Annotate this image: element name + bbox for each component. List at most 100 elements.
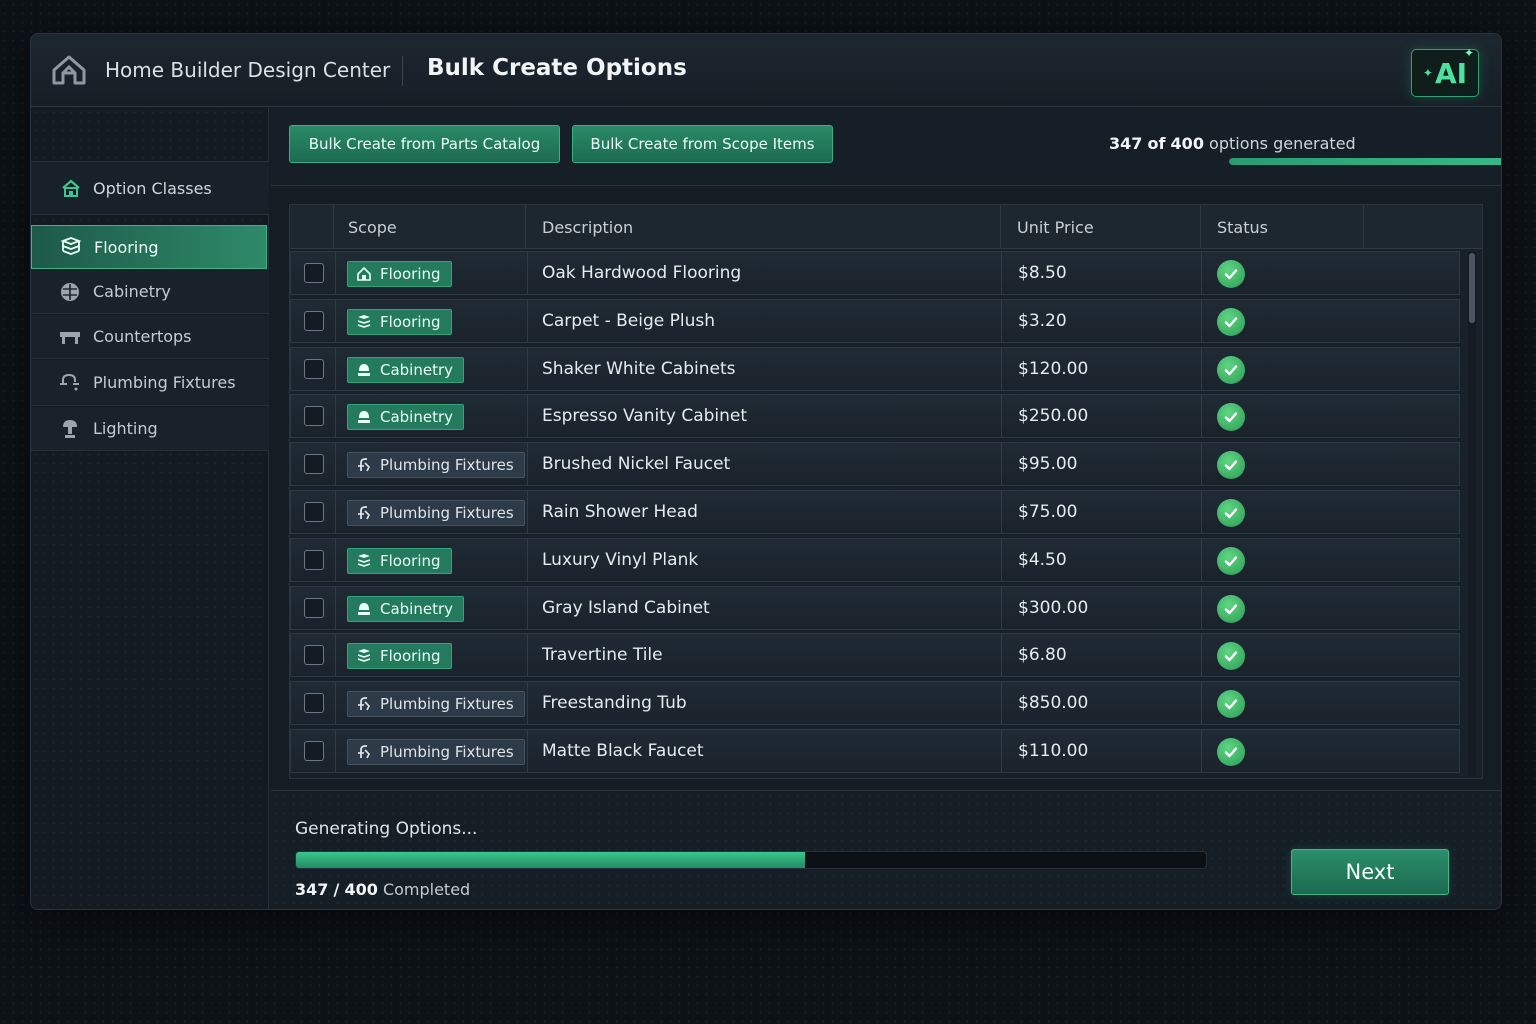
table-row[interactable]: Plumbing Fixtures Matte Black Faucet $110.… [290,729,1460,773]
column-divider [1201,634,1202,677]
column-divider [335,252,336,294]
ai-sparkle-icon: ✦ [1422,66,1433,80]
column-divider [1001,586,1002,629]
table-row[interactable]: Flooring Carpet - Beige Plush $3.20 [290,298,1460,343]
flooring-icon [356,648,380,664]
row-checkbox[interactable] [304,693,324,714]
column-divider [335,730,336,772]
column-divider [1001,395,1002,438]
column-divider [1201,538,1202,581]
status-complete-icon [1217,690,1245,719]
column-divider [527,682,528,725]
scope-chip-label: Cabinetry [380,408,454,427]
row-checkbox[interactable] [304,549,324,570]
scope-chip-label: Flooring [380,647,441,666]
countertop-icon [60,331,80,344]
table-row[interactable]: Cabinetry Shaker White Cabinets $120.00 [290,346,1460,391]
table-row[interactable]: Plumbing Fixtures Rain Shower Head $75.00 [290,490,1460,534]
status-complete-icon [1217,355,1245,384]
column-divider [1201,299,1202,342]
column-divider [1001,538,1002,581]
sidebar-item-flooring[interactable]: Flooring [31,225,267,269]
sidebar-item-cabinetry[interactable]: Cabinetry [31,270,269,314]
main-content: Bulk Create from Parts Catalog Bulk Crea… [271,108,1501,909]
row-checkbox[interactable] [304,597,324,618]
column-divider [1201,443,1202,486]
column-divider [335,491,336,533]
scrollbar-thumb[interactable] [1469,253,1475,323]
column-divider [335,395,336,438]
next-button-label: Next [1345,860,1395,884]
table-row[interactable]: Flooring Luxury Vinyl Plank $4.50 [290,537,1460,582]
sidebar-heading-label: Option Classes [93,178,212,198]
unit-price-cell: $6.80 [1018,645,1067,666]
sidebar-item-label: Flooring [94,237,159,257]
scope-chip: Cabinetry [347,404,465,431]
description-cell: Gray Island Cabinet [542,597,710,618]
row-checkbox[interactable] [304,741,324,761]
row-checkbox[interactable] [304,358,324,379]
scope-chip: Flooring [347,308,452,335]
status-complete-icon [1217,738,1245,766]
home-logo-icon [52,55,86,85]
table-row[interactable]: Plumbing Fixtures Brushed Nickel Faucet $9… [290,442,1460,487]
ai-assistant-button[interactable]: ✦ AI ✦ [1411,46,1479,97]
column-divider [335,443,336,486]
sidebar-item-countertops[interactable]: Countertops [31,315,269,359]
scope-chip-label: Plumbing Fixtures [380,504,514,522]
column-divider [335,347,336,390]
generated-total: 400 [1170,134,1204,153]
row-checkbox[interactable] [304,406,324,427]
table-row[interactable]: Flooring Travertine Tile $6.80 [290,633,1460,678]
column-divider [335,586,336,629]
row-checkbox[interactable] [304,454,324,475]
footer-panel: Generating Options... 347 / 400 Complete… [271,790,1501,909]
app-name: Home Builder Design Center [105,58,391,82]
unit-price-cell: $300.00 [1018,597,1089,618]
column-header-scope[interactable]: Scope [334,205,526,249]
column-divider [335,299,336,342]
row-checkbox[interactable] [304,310,324,331]
row-checkbox[interactable] [304,263,324,283]
table-row[interactable]: Cabinetry Gray Island Cabinet $300.00 [290,585,1460,630]
flooring-icon [356,314,380,330]
generated-done: 347 [1109,134,1143,153]
options-table: Scope Description Unit Price Status Floo… [289,204,1483,779]
status-complete-icon [1217,307,1245,336]
flooring-icon [356,553,380,569]
toolbar: Bulk Create from Parts Catalog Bulk Crea… [271,108,1501,186]
column-divider [1201,730,1202,772]
column-divider [1001,491,1002,533]
table-scrollbar[interactable] [1468,251,1476,776]
table-row[interactable]: Cabinetry Espresso Vanity Cabinet $250.00 [290,394,1460,439]
completion-progress-fill [296,852,805,868]
faucet-icon [356,744,380,760]
unit-price-cell: $95.00 [1018,454,1078,475]
description-cell: Oak Hardwood Flooring [542,263,742,283]
completed-slash: / [333,880,340,899]
sidebar-item-plumbing-fixtures[interactable]: Plumbing Fixtures [31,360,269,406]
next-button[interactable]: Next [1291,849,1449,895]
generation-count: 347 of 400 options generated [1109,134,1356,153]
column-divider [1001,347,1002,390]
sidebar-item-lighting[interactable]: Lighting [31,407,269,451]
unit-price-cell: $120.00 [1018,358,1089,379]
unit-price-cell: $250.00 [1018,406,1089,427]
column-divider [1201,491,1202,533]
column-header-unit-price[interactable]: Unit Price [1001,205,1201,249]
bulk-create-parts-button[interactable]: Bulk Create from Parts Catalog [289,125,560,163]
bulk-create-scope-button[interactable]: Bulk Create from Scope Items [572,125,833,163]
column-header-label: Description [542,217,634,237]
sidebar-item-label: Plumbing Fixtures [93,373,236,392]
column-divider [527,443,528,486]
column-header-status[interactable]: Status [1201,205,1364,249]
generation-progress-fill [1229,158,1501,165]
scope-chip-label: Cabinetry [380,360,454,379]
row-checkbox[interactable] [304,502,324,522]
column-header-description[interactable]: Description [526,205,1001,249]
row-checkbox[interactable] [304,645,324,666]
table-row[interactable]: Flooring Oak Hardwood Flooring $8.50 [290,251,1460,295]
table-row[interactable]: Plumbing Fixtures Freestanding Tub $850.00 [290,681,1460,726]
bulk-create-parts-label: Bulk Create from Parts Catalog [308,135,541,153]
scope-chip-label: Flooring [380,265,441,283]
